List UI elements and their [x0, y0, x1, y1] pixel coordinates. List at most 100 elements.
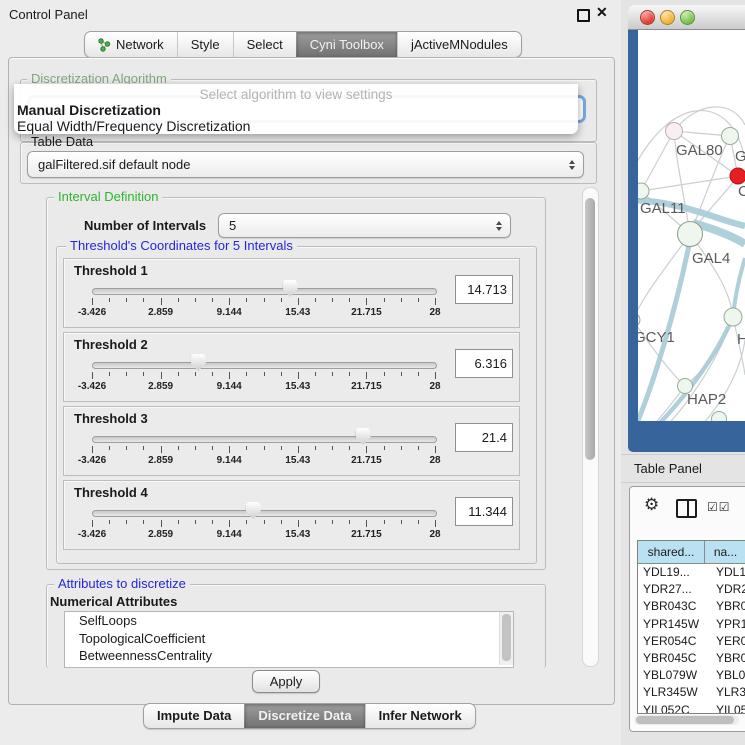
table-row[interactable]: YDR27...YDR27: [638, 581, 745, 598]
tab-impute-data[interactable]: Impute Data: [144, 704, 244, 728]
table-column-header[interactable]: na...: [705, 541, 745, 563]
table-row[interactable]: YPR145WYPR14: [638, 616, 745, 633]
network-edge[interactable]: [641, 131, 674, 191]
close-traffic-light-icon[interactable]: [640, 10, 655, 25]
cell-name: YBR04: [710, 598, 745, 615]
slider-track[interactable]: [92, 436, 437, 443]
close-icon[interactable]: ✕: [596, 4, 608, 21]
tab-jactivemnodules[interactable]: jActiveMNodules: [397, 32, 521, 57]
tab-cyni-toolbox[interactable]: Cyni Toolbox: [296, 32, 397, 57]
slider-tick: [418, 372, 419, 376]
network-edge[interactable]: [641, 176, 738, 191]
tab-select[interactable]: Select: [233, 32, 296, 57]
network-node-label: H: [737, 331, 745, 348]
tab-network[interactable]: Network: [85, 32, 177, 57]
network-node[interactable]: [730, 168, 745, 184]
select-columns-icon[interactable]: ☑☑: [707, 500, 731, 514]
table-row[interactable]: YIL052CYIL05: [638, 702, 745, 715]
network-node-label: GAL11: [640, 200, 686, 217]
network-edge[interactable]: [690, 234, 733, 317]
network-window-titlebar[interactable]: [628, 5, 745, 30]
interval-definition-title: Interval Definition: [54, 190, 162, 204]
table-row[interactable]: YBR045CYBR04: [638, 650, 745, 667]
attributes-list-scrollbar[interactable]: [499, 612, 513, 665]
network-node[interactable]: [712, 412, 727, 422]
cyni-mode-tabbar: Impute Data Discretize Data Infer Network: [143, 703, 476, 729]
gear-icon[interactable]: ⚙: [644, 495, 659, 515]
network-view-window: GAL80GACGAL11GAL4GCY1HHAP2: [628, 5, 745, 452]
vertical-scrollbar[interactable]: [582, 187, 599, 667]
table-column-header[interactable]: shared...: [638, 541, 705, 563]
slider-tick-label: -3.426: [64, 307, 120, 318]
table-row[interactable]: YBL079WYBL07: [638, 667, 745, 684]
network-node[interactable]: [666, 123, 683, 140]
threshold-value-field[interactable]: 21.4: [455, 423, 513, 452]
cell-name: YIL05: [710, 702, 745, 715]
slider-tick: [298, 446, 299, 453]
tab-style[interactable]: Style: [177, 32, 233, 57]
network-canvas[interactable]: GAL80GACGAL11GAL4GCY1HHAP2: [638, 30, 745, 421]
slider-tick: [161, 298, 162, 305]
slider-tick-label: 21.715: [338, 455, 394, 466]
slider-tick-label: 9.144: [201, 455, 257, 466]
popup-option-manual[interactable]: Manual Discretization: [17, 102, 161, 118]
slider-tick: [246, 372, 247, 376]
threshold-label: Threshold 2: [74, 337, 148, 352]
network-node[interactable]: [678, 222, 703, 247]
slider-tick: [332, 298, 333, 302]
slider-tick-label: 15.43: [270, 381, 326, 392]
table-data-combobox[interactable]: galFiltered.sif default node: [27, 151, 584, 178]
table-row[interactable]: YBR043CYBR04: [638, 598, 745, 615]
tab-infer-network[interactable]: Infer Network: [365, 704, 475, 728]
threshold-value-field[interactable]: 11.344: [455, 497, 513, 526]
slider-tick: [143, 446, 144, 450]
cell-shared-name: YBL079W: [638, 667, 710, 684]
vertical-scrollbar-thumb[interactable]: [585, 198, 595, 460]
zoom-traffic-light-icon[interactable]: [680, 10, 695, 25]
float-window-icon[interactable]: [577, 9, 590, 22]
network-icon: [98, 38, 111, 52]
threshold-value-field[interactable]: 14.713: [455, 275, 513, 304]
slider-track[interactable]: [92, 288, 437, 295]
tab-discretize-data[interactable]: Discretize Data: [244, 704, 364, 728]
number-of-intervals-combobox[interactable]: 5: [218, 213, 511, 238]
network-node[interactable]: [724, 308, 742, 326]
slider-tick: [195, 372, 196, 376]
network-node[interactable]: [638, 313, 640, 327]
table-panel-header: Table Panel: [621, 454, 745, 483]
network-edge[interactable]: [674, 107, 745, 131]
table-row[interactable]: YER054CYER05: [638, 633, 745, 650]
attribute-list-item[interactable]: TopologicalCoefficient: [65, 630, 513, 648]
slider-tick: [143, 298, 144, 302]
table-body: YDL19...YDL19YDR27...YDR27YBR043CYBR04YP…: [638, 564, 745, 714]
slider-tick-label: 15.43: [270, 307, 326, 318]
network-node[interactable]: [638, 183, 649, 199]
table-data-value: galFiltered.sif default node: [38, 152, 190, 177]
table-hscrollbar-thumb[interactable]: [636, 716, 734, 724]
cell-shared-name: YBR045C: [638, 650, 710, 667]
popup-option-equal-width[interactable]: Equal Width/Frequency Discretization: [17, 118, 250, 134]
slider-tick: [366, 520, 367, 527]
slider-tick: [212, 372, 213, 376]
table-row[interactable]: YDL19...YDL19: [638, 564, 745, 581]
minimize-traffic-light-icon[interactable]: [660, 10, 675, 25]
slider-tick: [384, 298, 385, 302]
network-node[interactable]: [722, 128, 739, 145]
attributes-scrollbar-thumb[interactable]: [502, 614, 511, 661]
window-title: Control Panel: [9, 7, 88, 22]
threshold-3-box: Threshold 3-3.4262.8599.14415.4321.71528…: [63, 406, 520, 476]
slider-track[interactable]: [92, 362, 437, 369]
apply-button[interactable]: Apply: [252, 670, 320, 693]
numerical-attributes-label: Numerical Attributes: [50, 594, 177, 609]
threshold-value-field[interactable]: 6.316: [455, 349, 513, 378]
slider-track[interactable]: [92, 510, 437, 517]
column-layout-icon[interactable]: [676, 499, 697, 518]
popup-header: Select algorithm to view settings: [14, 87, 578, 102]
tab-label: Discretize Data: [258, 704, 351, 728]
slider-tick: [264, 446, 265, 450]
table-horizontal-scrollbar[interactable]: [634, 715, 739, 725]
slider-tick: [332, 520, 333, 524]
table-row[interactable]: YLR345WYLR34: [638, 684, 745, 701]
attribute-list-item[interactable]: SelfLoops: [65, 612, 513, 630]
attribute-list-item[interactable]: BetweennessCentrality: [65, 647, 513, 665]
